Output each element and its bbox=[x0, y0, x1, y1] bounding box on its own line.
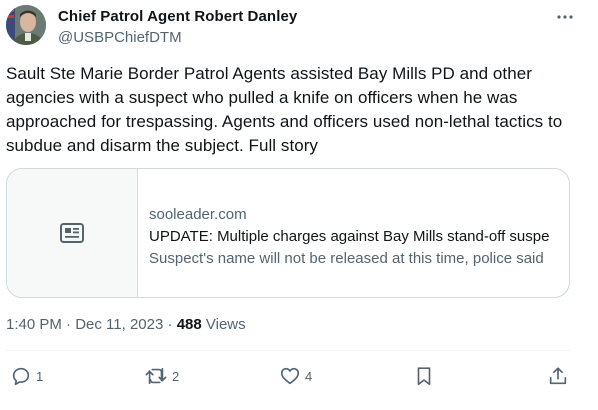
meta-separator: · bbox=[163, 316, 177, 333]
link-card-text: sooleader.com UPDATE: Multiple charges a… bbox=[149, 205, 565, 269]
share-button[interactable] bbox=[547, 362, 569, 390]
meta-separator: · bbox=[61, 316, 76, 333]
retweet-count: 2 bbox=[172, 368, 180, 384]
bookmark-button[interactable] bbox=[413, 362, 435, 390]
reply-count: 1 bbox=[36, 368, 44, 384]
link-card-title: UPDATE: Multiple charges against Bay Mil… bbox=[149, 228, 550, 245]
views-count: 488 bbox=[176, 316, 202, 333]
like-button[interactable]: 4 bbox=[279, 362, 312, 390]
tweet-text: Sault Ste Marie Border Patrol Agents ass… bbox=[6, 64, 563, 155]
heart-icon bbox=[280, 367, 300, 385]
more-options-button[interactable] bbox=[553, 5, 577, 29]
tweet-date[interactable]: Dec 11, 2023 bbox=[75, 316, 163, 333]
tweet-time[interactable]: 1:40 PM bbox=[6, 316, 62, 333]
author-handle[interactable]: @USBPChiefDTM bbox=[58, 29, 182, 46]
article-icon bbox=[60, 223, 84, 243]
reply-icon bbox=[12, 367, 30, 386]
tweet: Chief Patrol Agent Robert Danley @USBPCh… bbox=[0, 0, 598, 410]
avatar[interactable] bbox=[6, 5, 46, 45]
author-display-name[interactable]: Chief Patrol Agent Robert Danley bbox=[58, 8, 297, 25]
retweet-icon bbox=[145, 367, 167, 385]
divider bbox=[6, 350, 570, 351]
like-count: 4 bbox=[305, 368, 313, 384]
retweet-button[interactable]: 2 bbox=[144, 362, 179, 390]
reply-button[interactable]: 1 bbox=[10, 362, 43, 390]
bookmark-icon bbox=[417, 367, 431, 386]
link-card[interactable]: sooleader.com UPDATE: Multiple charges a… bbox=[6, 168, 570, 298]
action-bar: 1 2 4 bbox=[0, 362, 598, 390]
link-card-domain: sooleader.com bbox=[149, 206, 247, 223]
avatar-image bbox=[6, 5, 46, 45]
views-label: Views bbox=[201, 316, 246, 333]
share-icon bbox=[549, 367, 567, 385]
link-card-description: Suspect's name will not be released at t… bbox=[149, 250, 544, 267]
tweet-meta: 1:40 PM · Dec 11, 2023 · 488 Views bbox=[6, 316, 246, 333]
more-icon bbox=[557, 15, 573, 19]
link-card-thumbnail bbox=[7, 169, 138, 297]
